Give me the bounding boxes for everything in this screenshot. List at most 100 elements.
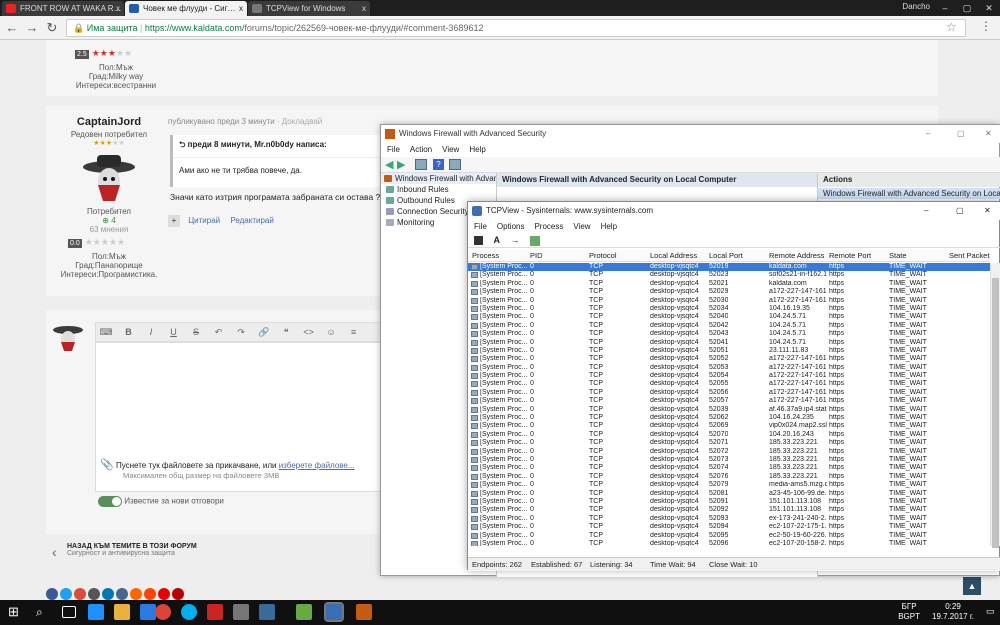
table-row[interactable]: [System Proc... 0 TCP desktop-vjsqtc4 52039 a…: [468, 406, 990, 414]
table-row[interactable]: [System Proc... 0 TCP desktop-vjsqtc4 52062 1…: [468, 414, 990, 422]
share-icon[interactable]: [172, 588, 184, 600]
app-icon[interactable]: [259, 604, 275, 620]
close-icon[interactable]: x: [116, 1, 120, 16]
column-local-address[interactable]: Local Address: [650, 250, 697, 261]
link-button[interactable]: 🔗: [254, 323, 274, 341]
table-row[interactable]: [System Proc... 0 TCP desktop-vjsqtc4 52055 a…: [468, 380, 990, 388]
table-row[interactable]: [System Proc... 0 TCP desktop-vjsqtc4 52092 1…: [468, 506, 990, 514]
minimize-icon[interactable]: –: [926, 125, 930, 143]
italic-button[interactable]: I: [141, 323, 161, 341]
chrome-icon[interactable]: [155, 604, 171, 620]
bold-button[interactable]: B: [119, 323, 139, 341]
table-row[interactable]: [System Proc... 0 TCP desktop-vjsqtc4 52095 e…: [468, 532, 990, 540]
table-row[interactable]: [System Proc... 0 TCP desktop-vjsqtc4 52043 1…: [468, 330, 990, 338]
menu-view[interactable]: View: [442, 145, 459, 154]
file-explorer-icon[interactable]: [114, 604, 130, 620]
windows-start-icon[interactable]: ⊞: [8, 604, 24, 620]
store-icon[interactable]: [140, 604, 156, 620]
edge-icon[interactable]: [88, 604, 104, 620]
skype-icon[interactable]: [181, 604, 197, 620]
close-icon[interactable]: x: [239, 1, 243, 16]
table-row[interactable]: [System Proc... 0 TCP desktop-vjsqtc4 52076 1…: [468, 473, 990, 481]
table-row[interactable]: [System Proc... 0 TCP desktop-vjsqtc4 52096 e…: [468, 540, 990, 546]
column-protocol[interactable]: Protocol: [589, 250, 617, 261]
minimize-icon[interactable]: –: [924, 202, 928, 220]
table-row[interactable]: [System Proc... 0 TCP desktop-vjsqtc4 52042 1…: [468, 322, 990, 330]
table-row[interactable]: [System Proc... 0 TCP desktop-vjsqtc4 52034 1…: [468, 305, 990, 313]
menu-options[interactable]: Options: [497, 222, 525, 231]
table-row[interactable]: [System Proc... 0 TCP desktop-vjsqtc4 52056 a…: [468, 389, 990, 397]
notifications-icon[interactable]: ▭: [986, 606, 995, 617]
column-pid[interactable]: PID: [530, 250, 543, 261]
undo-button[interactable]: ↶: [209, 323, 229, 341]
source-icon[interactable]: ⌨: [96, 323, 116, 341]
reddit-icon[interactable]: [144, 588, 156, 600]
app-icon[interactable]: [296, 604, 312, 620]
column-process[interactable]: Process: [472, 250, 499, 261]
table-row[interactable]: [System Proc... 0 TCP desktop-vjsqtc4 52021 k…: [468, 280, 990, 288]
edit-button[interactable]: Редактирай: [230, 216, 273, 225]
help-icon[interactable]: ?: [433, 159, 444, 170]
tree-root[interactable]: Windows Firewall with Advance: [381, 173, 496, 184]
back-to-topics[interactable]: ‹ НАЗАД КЪМ ТЕМИТЕ В ТОЗИ ФОРУМ Сигурнос…: [52, 543, 197, 560]
bookmark-star-icon[interactable]: ☆: [946, 20, 957, 34]
column-local-port[interactable]: Local Port: [709, 250, 743, 261]
address-bar[interactable]: 🔒 Има защита | https://www.kaldata.com/f…: [66, 19, 966, 37]
googleplus-icon[interactable]: [74, 588, 86, 600]
table-row[interactable]: [System Proc... 0 TCP desktop-vjsqtc4 52072 1…: [468, 448, 990, 456]
strike-button[interactable]: S: [186, 323, 206, 341]
close-icon[interactable]: ✕: [984, 202, 991, 220]
back-icon[interactable]: ←: [4, 20, 20, 36]
tree-inbound-rules[interactable]: Inbound Rules: [381, 184, 496, 195]
table-row[interactable]: [System Proc... 0 TCP desktop-vjsqtc4 52091 1…: [468, 498, 990, 506]
ok-icon[interactable]: [130, 588, 142, 600]
scrollbar-thumb[interactable]: [992, 278, 999, 548]
pinterest-icon[interactable]: [158, 588, 170, 600]
save-icon[interactable]: [474, 236, 483, 246]
close-icon[interactable]: ✕: [985, 125, 992, 143]
resolve-addresses-button[interactable]: A: [494, 235, 501, 245]
table-row[interactable]: [System Proc... 0 TCP desktop-vjsqtc4 52070 1…: [468, 431, 990, 439]
emoji-button[interactable]: ☺: [321, 323, 341, 341]
table-row[interactable]: [System Proc... 0 TCP desktop-vjsqtc4 52054 a…: [468, 372, 990, 380]
maximize-icon[interactable]: ▢: [956, 0, 978, 16]
menu-view[interactable]: View: [573, 222, 590, 231]
app-icon[interactable]: [233, 604, 249, 620]
maximize-icon[interactable]: ▢: [957, 125, 965, 143]
choose-files-link[interactable]: изберете файлове...: [279, 461, 355, 470]
maximize-icon[interactable]: ▢: [956, 202, 964, 220]
column-state[interactable]: State: [889, 250, 907, 261]
table-row[interactable]: [System Proc... 0 TCP desktop-vjsqtc4 52093 e…: [468, 515, 990, 523]
menu-action[interactable]: Action: [410, 145, 432, 154]
kebab-menu-icon[interactable]: ⋮: [980, 19, 992, 33]
console-tree-icon[interactable]: [415, 159, 427, 170]
table-row[interactable]: [System Proc... 0 TCP desktop-vjsqtc4 52030 a…: [468, 297, 990, 305]
actions-item[interactable]: Windows Firewall with Advanced Security …: [818, 188, 1000, 199]
quote-arrow-icon[interactable]: ⮌: [179, 140, 185, 149]
vk-icon[interactable]: [116, 588, 128, 600]
table-row[interactable]: [System Proc... 0 TCP desktop-vjsqtc4 52079 m…: [468, 481, 990, 489]
forward-icon[interactable]: →: [24, 20, 40, 36]
post-author[interactable]: CaptainJord: [54, 116, 164, 128]
menu-help[interactable]: Help: [601, 222, 617, 231]
tab-youtube[interactable]: FRONT ROW AT WAKA R… x: [2, 1, 124, 16]
language-indicator[interactable]: БГР BGPT: [898, 602, 920, 622]
reload-icon[interactable]: ↻: [44, 20, 60, 36]
list-button[interactable]: ≡: [344, 323, 364, 341]
menu-file[interactable]: File: [474, 222, 487, 231]
close-icon[interactable]: x: [362, 1, 366, 16]
back-icon[interactable]: ◀: [385, 158, 393, 171]
notify-toggle[interactable]: [98, 496, 122, 507]
table-row[interactable]: [System Proc... 0 TCP desktop-vjsqtc4 52074 1…: [468, 464, 990, 472]
report-link[interactable]: Докладвай: [282, 117, 322, 126]
table-row[interactable]: [System Proc... 0 TCP desktop-vjsqtc4 52057 a…: [468, 397, 990, 405]
clock[interactable]: 0:29 19.7.2017 г.: [932, 602, 974, 622]
table-row[interactable]: [System Proc... 0 TCP desktop-vjsqtc4 52069 v…: [468, 422, 990, 430]
scroll-top-button[interactable]: ▲: [963, 577, 981, 595]
firewall-taskbar-icon[interactable]: [356, 604, 372, 620]
linkedin-icon[interactable]: [102, 588, 114, 600]
multiquote-icon[interactable]: +: [168, 215, 180, 227]
menu-process[interactable]: Process: [534, 222, 563, 231]
twitter-icon[interactable]: [60, 588, 72, 600]
avatar[interactable]: [81, 149, 137, 205]
